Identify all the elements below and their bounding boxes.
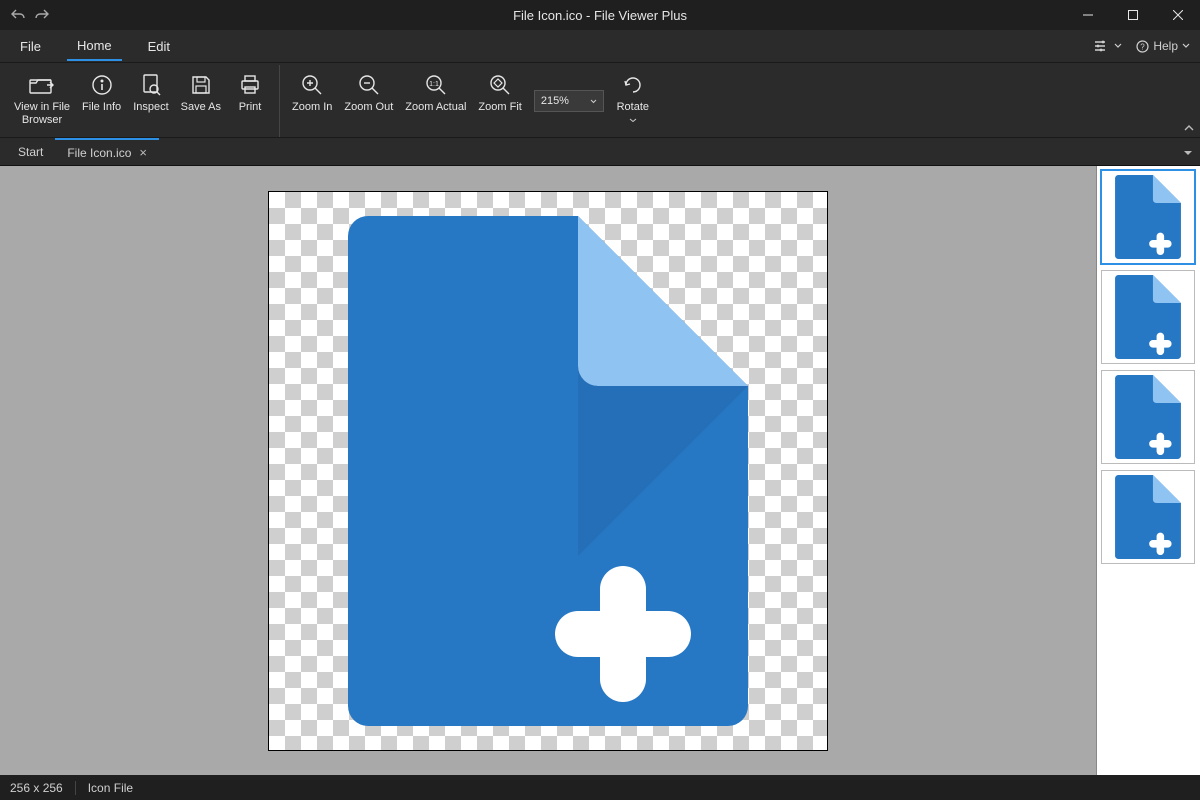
document-tabs: Start File Icon.ico × xyxy=(0,138,1200,166)
inspect-label: Inspect xyxy=(133,101,168,114)
minimize-button[interactable] xyxy=(1065,0,1110,30)
zoom-out-button[interactable]: Zoom Out xyxy=(338,69,399,116)
zoom-level-select[interactable]: 215% xyxy=(534,90,604,112)
title-bar: File Icon.ico - File Viewer Plus xyxy=(0,0,1200,30)
svg-text:1:1: 1:1 xyxy=(429,81,439,88)
undo-icon[interactable] xyxy=(10,8,25,23)
tab-start-label: Start xyxy=(18,145,43,159)
print-button[interactable]: Print xyxy=(227,69,273,116)
help-button[interactable]: ? Help xyxy=(1136,39,1190,53)
zoom-in-label: Zoom In xyxy=(292,101,332,114)
canvas-wrap xyxy=(268,191,828,751)
canvas-area[interactable] xyxy=(0,166,1096,775)
zoom-actual-button[interactable]: 1:1 Zoom Actual xyxy=(399,69,472,116)
window-title: File Icon.ico - File Viewer Plus xyxy=(513,8,687,23)
status-dimensions: 256 x 256 xyxy=(10,781,63,795)
maximize-button[interactable] xyxy=(1110,0,1155,30)
ribbon-toolbar: View in File Browser File Info Inspect S… xyxy=(0,63,1200,138)
zoom-in-icon xyxy=(301,73,323,97)
tab-file[interactable]: File Icon.ico × xyxy=(55,138,159,165)
file-info-label: File Info xyxy=(82,101,121,114)
menu-home[interactable]: Home xyxy=(67,32,122,61)
collapse-ribbon-icon[interactable] xyxy=(1184,121,1194,135)
folder-open-icon xyxy=(29,73,55,97)
view-in-file-browser-label: View in File Browser xyxy=(14,101,70,127)
redo-icon[interactable] xyxy=(35,8,50,23)
zoom-actual-label: Zoom Actual xyxy=(405,101,466,114)
thumbnail-2[interactable] xyxy=(1101,270,1195,364)
print-label: Print xyxy=(239,101,262,114)
thumbnail-3[interactable] xyxy=(1101,370,1195,464)
save-icon xyxy=(190,73,212,97)
rotate-button[interactable]: Rotate xyxy=(610,69,656,125)
zoom-actual-icon: 1:1 xyxy=(425,73,447,97)
rotate-icon xyxy=(622,73,644,97)
inspect-button[interactable]: Inspect xyxy=(127,69,174,116)
tab-start[interactable]: Start xyxy=(6,138,55,165)
status-separator xyxy=(75,781,76,795)
zoom-out-label: Zoom Out xyxy=(344,101,393,114)
zoom-fit-button[interactable]: Zoom Fit xyxy=(472,69,527,116)
thumbnail-1[interactable] xyxy=(1101,170,1195,264)
save-as-label: Save As xyxy=(181,101,221,114)
zoom-fit-icon xyxy=(489,73,511,97)
status-file-type: Icon File xyxy=(88,781,133,795)
file-info-button[interactable]: File Info xyxy=(76,69,127,116)
svg-text:?: ? xyxy=(1141,42,1146,51)
workspace xyxy=(0,166,1200,775)
menu-edit[interactable]: Edit xyxy=(138,33,180,60)
zoom-out-icon xyxy=(358,73,380,97)
view-in-file-browser-button[interactable]: View in File Browser xyxy=(8,69,76,129)
thumbnail-4[interactable] xyxy=(1101,470,1195,564)
transparency-canvas xyxy=(269,192,827,750)
info-icon xyxy=(91,73,113,97)
tabs-menu-icon[interactable] xyxy=(1184,145,1192,159)
rotate-label: Rotate xyxy=(617,101,649,114)
chevron-down-icon xyxy=(629,118,637,123)
close-tab-icon[interactable]: × xyxy=(139,145,147,160)
menu-file[interactable]: File xyxy=(10,33,51,60)
file-plus-icon xyxy=(348,216,748,726)
settings-button[interactable] xyxy=(1094,40,1122,52)
zoom-in-button[interactable]: Zoom In xyxy=(286,69,338,116)
close-button[interactable] xyxy=(1155,0,1200,30)
status-bar: 256 x 256 Icon File xyxy=(0,775,1200,800)
print-icon xyxy=(239,73,261,97)
thumbnail-panel xyxy=(1096,166,1200,775)
zoom-level-value: 215% xyxy=(541,95,569,107)
help-label: Help xyxy=(1153,39,1178,53)
zoom-fit-label: Zoom Fit xyxy=(478,101,521,114)
save-as-button[interactable]: Save As xyxy=(175,69,227,116)
tab-file-label: File Icon.ico xyxy=(67,146,131,160)
inspect-icon xyxy=(141,73,161,97)
menu-bar: File Home Edit ? Help xyxy=(0,30,1200,63)
